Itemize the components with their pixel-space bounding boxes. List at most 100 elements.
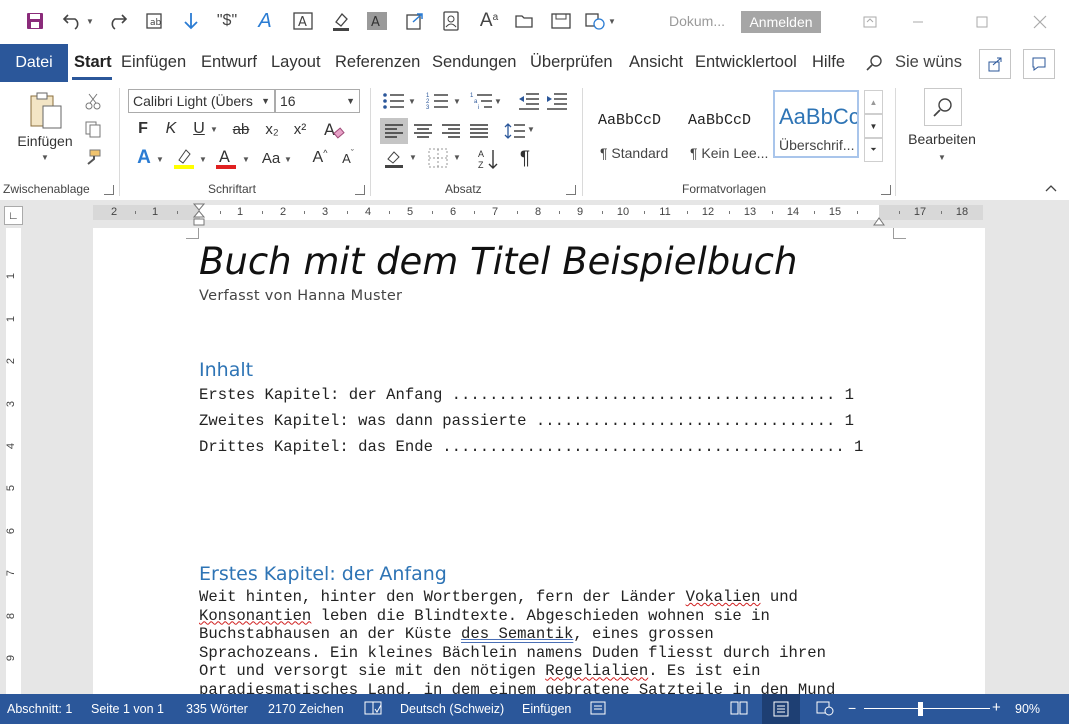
cut-icon[interactable] (82, 90, 104, 112)
tab-review[interactable]: Überprüfen (530, 53, 613, 72)
line-spacing-icon[interactable] (502, 118, 528, 144)
undo-dropdown-icon[interactable]: ▼ (84, 8, 96, 34)
chapter-heading[interactable]: Erstes Kapitel: der Anfang (199, 563, 447, 585)
font-size-icon[interactable]: Aa (476, 8, 502, 34)
open-folder-icon[interactable] (512, 8, 538, 34)
toc-entry[interactable]: Erstes Kapitel: der Anfang .............… (199, 386, 854, 404)
styles-launcher-icon[interactable] (881, 185, 891, 195)
subscript-button[interactable]: x₂ (260, 118, 284, 140)
tab-file[interactable]: Datei (0, 44, 68, 82)
text-effects-dropdown-icon[interactable]: ▼ (155, 152, 165, 166)
tab-design[interactable]: Entwurf (201, 53, 257, 72)
font-color-icon[interactable]: A (214, 146, 238, 170)
multilevel-list-icon[interactable]: 1ai (468, 90, 496, 112)
symbol-icon[interactable]: "$" (214, 8, 240, 34)
collapse-ribbon-icon[interactable] (1044, 182, 1058, 194)
shrink-font-icon[interactable]: Aˇ (336, 146, 360, 170)
toc-heading[interactable]: Inhalt (199, 359, 253, 381)
shapes-icon[interactable] (582, 8, 608, 34)
sign-in-button[interactable]: Anmelden (741, 11, 821, 33)
style-heading[interactable]: AaBbCc Überschrif... (773, 90, 859, 158)
show-formatting-marks-icon[interactable]: ¶ (512, 146, 538, 172)
borders-dropdown-icon[interactable]: ▼ (452, 152, 462, 162)
paste-button[interactable]: Einfügen (12, 132, 78, 150)
shading-dropdown-icon[interactable]: ▼ (408, 152, 418, 162)
paste-dropdown-icon[interactable]: ▼ (38, 152, 52, 162)
underline-button[interactable]: U (188, 118, 210, 140)
ribbon-display-icon[interactable] (850, 8, 890, 36)
proofing-icon[interactable] (364, 700, 382, 719)
close-icon[interactable] (1020, 8, 1060, 36)
paragraph-launcher-icon[interactable] (566, 185, 576, 195)
text-effect-icon[interactable]: A (252, 8, 278, 34)
highlight-dropdown-icon[interactable]: ▼ (198, 152, 208, 166)
underline-dropdown-icon[interactable]: ▼ (209, 122, 219, 136)
page-indicator[interactable]: Seite 1 von 1 (91, 702, 164, 716)
horizontal-ruler[interactable]: 2 1 1 2 3 4 5 6 7 8 9 10 11 12 13 14 15 … (93, 205, 983, 220)
spelling-error[interactable]: Konsonantien (199, 607, 311, 625)
change-case-button[interactable]: Aa (256, 146, 286, 170)
print-preview-icon[interactable] (548, 8, 574, 34)
web-layout-icon[interactable] (816, 700, 834, 719)
grammar-error[interactable]: des Semantik (461, 625, 573, 643)
minimize-icon[interactable] (898, 8, 938, 36)
spelling-error[interactable]: Regelialien (545, 662, 648, 680)
share-doc-icon[interactable] (402, 8, 428, 34)
zoom-out-button[interactable]: − (848, 700, 856, 716)
maximize-icon[interactable] (962, 8, 1002, 36)
italic-button[interactable]: K (160, 118, 182, 140)
align-left-icon[interactable] (380, 118, 408, 144)
strikethrough-button[interactable]: ab (228, 118, 254, 140)
clear-formatting-icon[interactable]: A (322, 118, 346, 142)
document-page[interactable]: Buch mit dem Titel Beispielbuch Verfasst… (93, 228, 985, 694)
form-field-icon[interactable]: ab (141, 8, 167, 34)
comments-button[interactable] (1023, 49, 1055, 79)
styles-scroll-down-icon[interactable]: ▼ (864, 114, 883, 138)
font-launcher-icon[interactable] (355, 185, 365, 195)
tab-references[interactable]: Referenzen (335, 53, 420, 72)
read-mode-icon[interactable] (730, 700, 748, 719)
text-effects-icon[interactable]: A (132, 146, 156, 170)
contact-icon[interactable] (438, 8, 464, 34)
zoom-slider-thumb[interactable] (918, 702, 923, 716)
right-indent-marker[interactable] (873, 214, 885, 229)
section-indicator[interactable]: Abschnitt: 1 (7, 702, 72, 716)
highlight-color-icon[interactable] (172, 146, 196, 170)
bullets-icon[interactable] (380, 90, 408, 112)
superscript-button[interactable]: x² (288, 118, 312, 140)
tab-stop-selector[interactable]: ∟ (4, 206, 23, 225)
tab-view[interactable]: Ansicht (629, 53, 683, 72)
tab-start[interactable]: Start (74, 53, 112, 72)
word-count[interactable]: 335 Wörter (186, 702, 248, 716)
paragraph-shading-icon[interactable] (380, 146, 408, 170)
font-name-combo[interactable]: Calibri Light (Übers ▼ (128, 89, 275, 113)
first-line-indent-marker[interactable] (192, 203, 206, 230)
zoom-slider-track[interactable] (864, 708, 990, 709)
tab-layout[interactable]: Layout (271, 53, 321, 72)
undo-icon[interactable] (60, 8, 86, 34)
tab-mailings[interactable]: Sendungen (432, 53, 516, 72)
macro-record-icon[interactable] (590, 700, 606, 719)
copy-icon[interactable] (82, 118, 104, 140)
sort-icon[interactable]: AZ (476, 146, 502, 172)
format-painter-icon[interactable] (82, 146, 104, 168)
font-size-combo[interactable]: 16 ▼ (275, 89, 360, 113)
insert-mode[interactable]: Einfügen (522, 702, 571, 716)
redo-icon[interactable] (104, 8, 130, 34)
align-right-icon[interactable] (438, 118, 464, 144)
paste-icon[interactable] (22, 88, 68, 134)
toc-entry[interactable]: Zweites Kapitel: was dann passierte ....… (199, 412, 854, 430)
decrease-indent-icon[interactable] (516, 90, 542, 112)
character-count[interactable]: 2170 Zeichen (268, 702, 344, 716)
zoom-in-button[interactable]: + (992, 699, 1001, 716)
styles-more-icon[interactable]: ⏷ (864, 138, 883, 162)
styles-scroll-up-icon[interactable]: ▲ (864, 90, 883, 114)
justify-icon[interactable] (466, 118, 492, 144)
tab-insert[interactable]: Einfügen (121, 53, 186, 72)
clipboard-launcher-icon[interactable] (104, 185, 114, 195)
search-icon[interactable] (862, 50, 888, 76)
style-no-spacing[interactable]: AaBbCcD ¶ Kein Lee... (682, 90, 768, 161)
numbering-dropdown-icon[interactable]: ▼ (452, 96, 462, 106)
bullets-dropdown-icon[interactable]: ▼ (407, 96, 417, 106)
vertical-ruler[interactable]: 1 1 2 3 4 5 6 7 8 9 (5, 228, 21, 694)
